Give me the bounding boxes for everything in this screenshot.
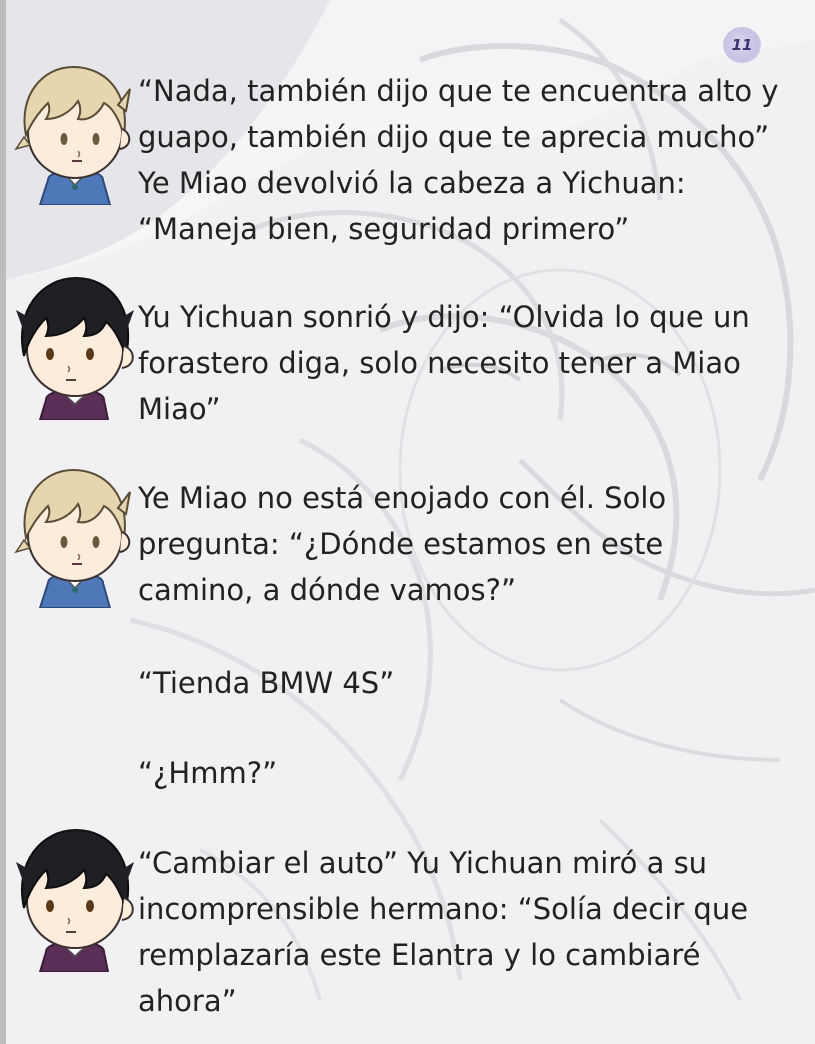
dark-hair-boy-avatar [16, 828, 134, 972]
dialogue-line: ahora” [138, 984, 237, 1018]
dialogue-block: “Cambiar el auto” Yu Yichuan miró a su i… [138, 840, 808, 1024]
dialogue-line: “¿Hmm?” [138, 756, 278, 790]
dialogue-block: “Nada, también dijo que te encuentra alt… [138, 68, 808, 252]
dialogue-line: forastero diga, solo necesito tener a Mi… [138, 346, 741, 380]
dialogue-line: Ye Miao devolvió la cabeza a Yichuan: [138, 166, 686, 200]
dialogue-line: “Maneja bien, seguridad primero” [138, 212, 630, 246]
dialogue-block: Yu Yichuan sonrió y dijo: “Olvida lo que… [138, 294, 808, 432]
comic-page: 11 “Nada, también dijo que te encuentra … [0, 0, 815, 1044]
dialogue-line: “Tienda BMW 4S” [138, 666, 395, 700]
page-number-badge: 11 [723, 27, 761, 63]
dialogue-line: Ye Miao no está enojado con él. Solo [138, 481, 667, 515]
dialogue-line: “Cambiar el auto” Yu Yichuan miró a su [138, 846, 708, 880]
dialogue-line: pregunta: “¿Dónde estamos en este [138, 527, 664, 561]
dialogue-line: Miao” [138, 392, 221, 426]
dark-hair-boy-avatar [16, 276, 134, 420]
dialogue-line: “Nada, también dijo que te encuentra alt… [138, 74, 779, 108]
dialogue-block: “Tienda BMW 4S” [138, 660, 808, 706]
dialogue-block: “¿Hmm?” [138, 750, 808, 796]
dialogue-line: Yu Yichuan sonrió y dijo: “Olvida lo que… [138, 300, 750, 334]
left-page-edge [0, 0, 6, 1044]
dialogue-line: remplazaría este Elantra y lo cambiaré [138, 938, 701, 972]
dialogue-line: incomprensible hermano: “Solía decir que [138, 892, 749, 926]
dialogue-line: camino, a dónde vamos?” [138, 573, 517, 607]
blond-boy-avatar [14, 65, 131, 205]
dialogue-line: guapo, también dijo que te aprecia mucho… [138, 120, 770, 154]
dialogue-block: Ye Miao no está enojado con él. Solo pre… [138, 475, 808, 613]
blond-boy-avatar [14, 468, 131, 608]
